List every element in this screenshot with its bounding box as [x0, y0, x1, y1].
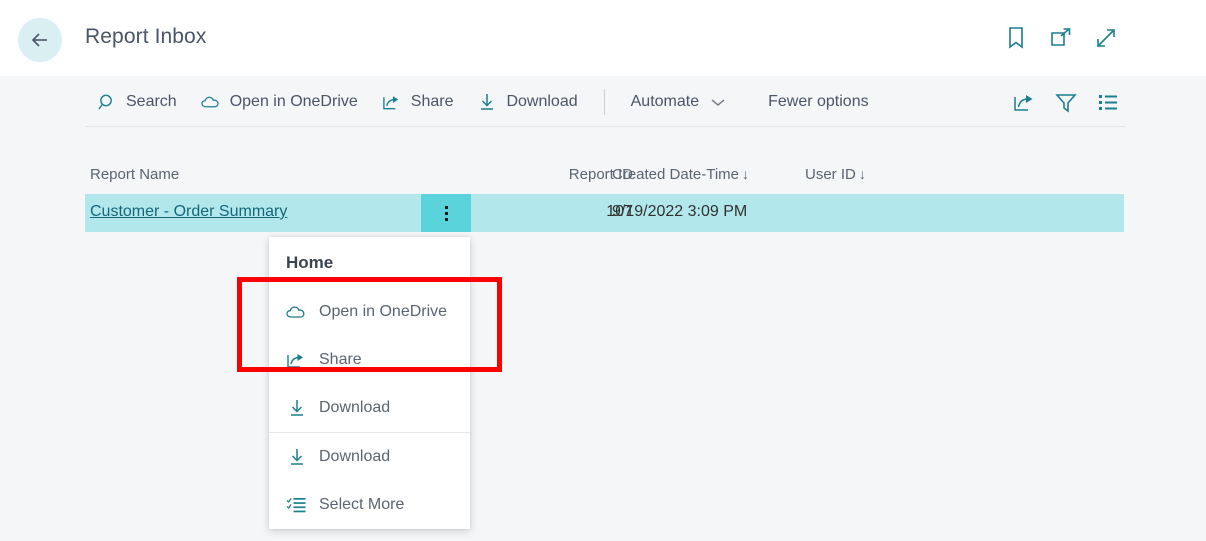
- command-download[interactable]: Download: [465, 82, 589, 122]
- menu-item-download-1[interactable]: Download: [269, 384, 470, 432]
- column-header-report-id[interactable]: Report ID: [480, 166, 633, 183]
- list-view-icon[interactable]: [1095, 89, 1121, 115]
- created-datetime-value: 9/19/2022 3:09 PM: [612, 203, 748, 220]
- menu-item-download-2-label: Download: [319, 448, 391, 465]
- sort-descending-icon: ↓: [742, 166, 749, 182]
- menu-item-open-in-onedrive[interactable]: Open in OneDrive: [269, 288, 470, 336]
- row-more-options-button[interactable]: [421, 194, 471, 232]
- cloud-icon: [286, 302, 307, 323]
- command-fewer-options-label: Fewer options: [768, 93, 869, 110]
- menu-item-share-label: Share: [319, 351, 362, 368]
- column-header-created-datetime-label: Created Date-Time: [612, 166, 739, 183]
- command-separator: [603, 89, 605, 115]
- download-icon: [286, 447, 307, 468]
- share-icon[interactable]: [1011, 89, 1037, 115]
- download-icon: [477, 92, 497, 112]
- menu-item-open-in-onedrive-label: Open in OneDrive: [319, 303, 448, 320]
- command-download-label: Download: [506, 93, 578, 110]
- command-bar-divider: [85, 126, 1125, 127]
- menu-item-share[interactable]: Share: [269, 336, 470, 384]
- menu-item-select-more-label: Select More: [319, 496, 405, 513]
- command-open-in-onedrive[interactable]: Open in OneDrive: [189, 82, 370, 122]
- command-right-icons: [1011, 89, 1125, 115]
- download-icon: [286, 398, 307, 419]
- table-row[interactable]: Customer - Order Summary 107 9/19/2022 3…: [85, 194, 1124, 232]
- column-header-user-id-label: User ID: [805, 166, 856, 183]
- row-context-menu: Home Open in OneDrive Share Download Dow…: [269, 237, 470, 529]
- expand-icon[interactable]: [1092, 24, 1120, 52]
- back-button[interactable]: [18, 18, 62, 62]
- column-header-report-name-label: Report Name: [90, 166, 180, 183]
- arrow-left-icon: [29, 29, 51, 51]
- command-fewer-options[interactable]: Fewer options: [756, 82, 881, 122]
- menu-item-select-more[interactable]: Select More: [269, 481, 470, 529]
- header-actions: [1002, 24, 1120, 52]
- column-header-created-datetime[interactable]: Created Date-Time ↓: [612, 166, 749, 183]
- chevron-down-icon: [708, 92, 728, 112]
- column-header-report-name[interactable]: Report Name: [90, 166, 179, 183]
- menu-item-download-2[interactable]: Download: [269, 433, 470, 481]
- page-title: Report Inbox: [85, 25, 207, 48]
- sort-descending-icon: ↓: [858, 166, 866, 182]
- report-name-link[interactable]: Customer - Order Summary: [90, 203, 287, 221]
- share-icon: [382, 92, 402, 112]
- vertical-ellipsis-icon: [444, 205, 448, 209]
- command-search[interactable]: Search: [85, 82, 189, 122]
- grid-header-row: Report Name Report ID Created Date-Time ↓…: [85, 158, 1125, 194]
- app-header: Report Inbox: [0, 0, 1206, 76]
- vertical-ellipsis-icon: [444, 211, 448, 215]
- report-id-value: 107: [606, 203, 633, 220]
- search-icon: [97, 92, 117, 112]
- filter-icon[interactable]: [1053, 89, 1079, 115]
- vertical-ellipsis-icon: [444, 217, 448, 221]
- command-share-label: Share: [410, 93, 454, 110]
- command-share[interactable]: Share: [370, 82, 466, 122]
- report-grid: Report Name Report ID Created Date-Time ↓…: [85, 158, 1125, 232]
- context-menu-header: Home: [286, 253, 334, 272]
- command-search-label: Search: [126, 93, 177, 110]
- select-more-icon: [286, 495, 307, 516]
- share-icon: [286, 350, 307, 371]
- menu-item-download-1-label: Download: [319, 399, 391, 416]
- cloud-icon: [201, 92, 221, 112]
- command-open-in-onedrive-label: Open in OneDrive: [229, 93, 358, 110]
- column-header-user-id[interactable]: User ID ↓: [805, 166, 866, 183]
- command-automate[interactable]: Automate: [619, 82, 740, 122]
- bookmark-icon[interactable]: [1002, 24, 1030, 52]
- open-in-new-window-icon[interactable]: [1047, 24, 1075, 52]
- command-bar: Search Open in OneDrive Share Download A…: [85, 78, 1125, 126]
- command-automate-label: Automate: [630, 93, 700, 110]
